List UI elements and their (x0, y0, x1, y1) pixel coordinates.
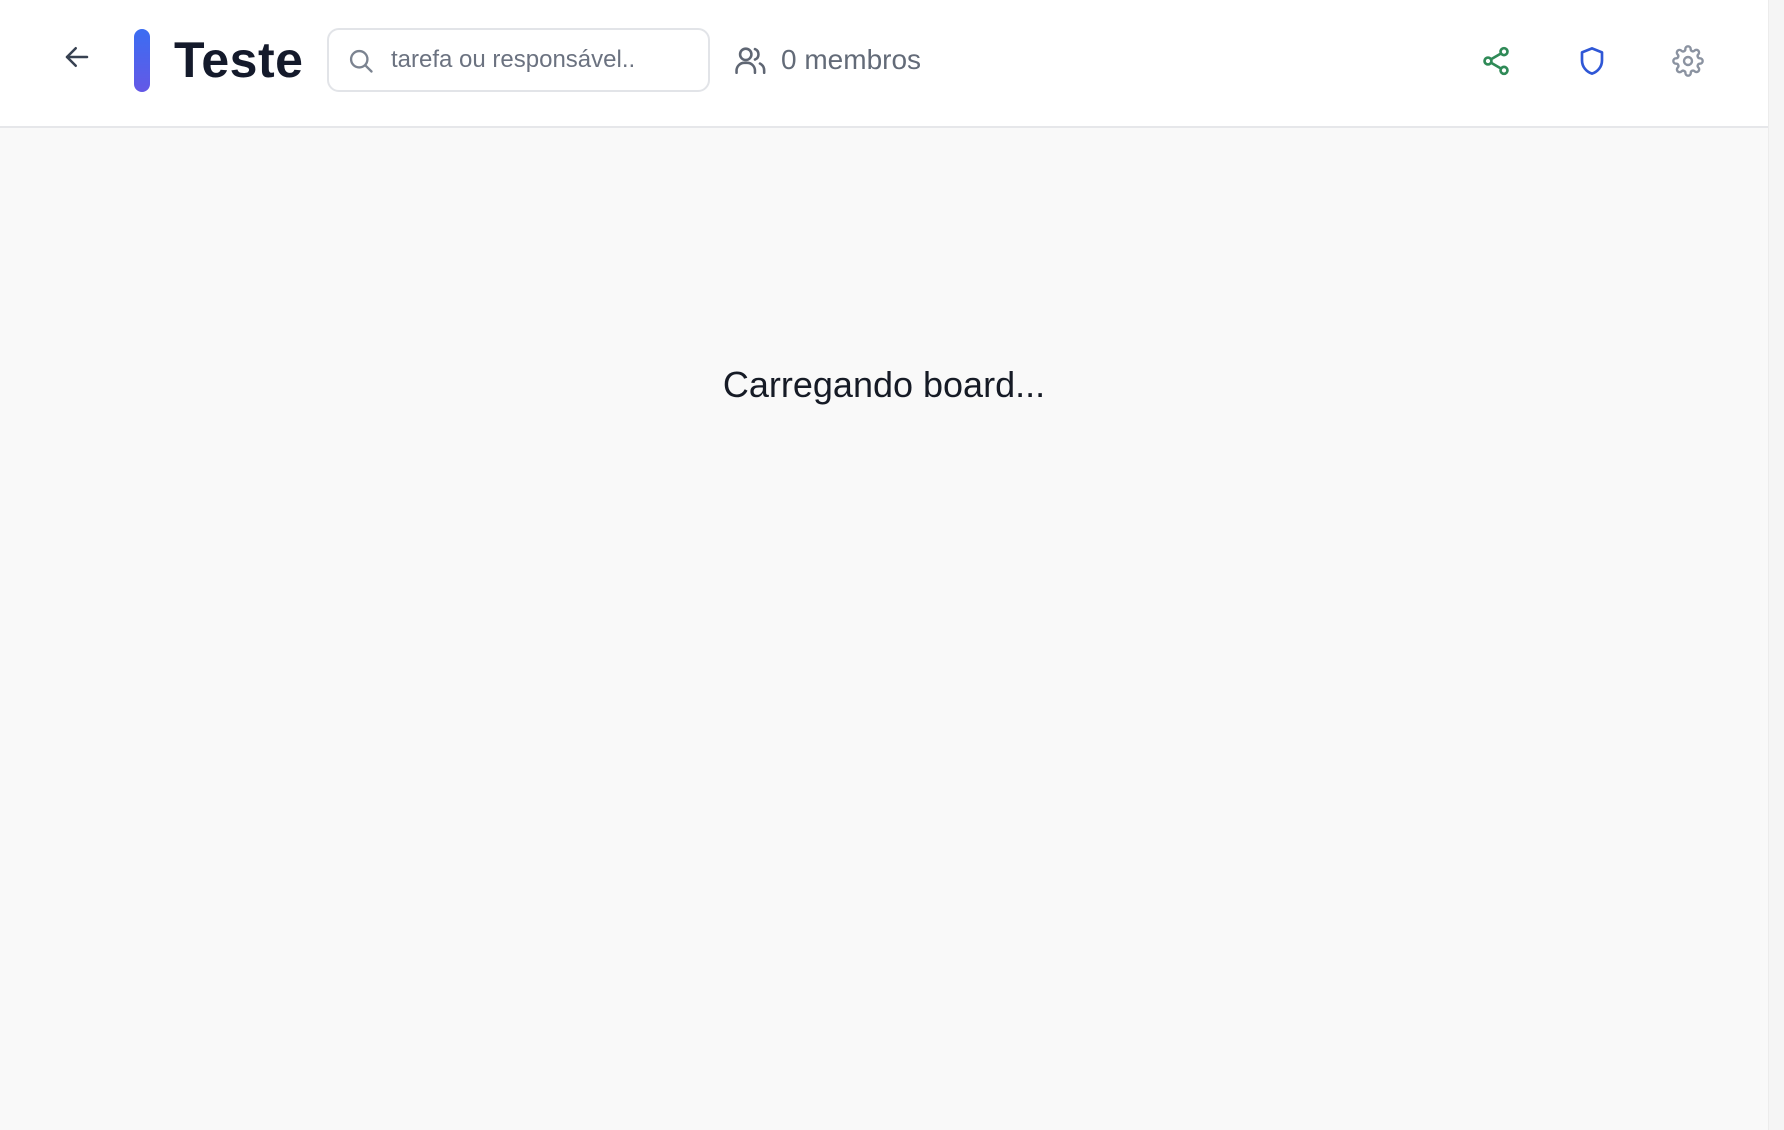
search-box[interactable] (327, 28, 710, 92)
share-icon (1483, 46, 1509, 76)
board-page: Teste 0 membros (0, 0, 1768, 1130)
permissions-button[interactable] (1569, 38, 1615, 84)
back-button[interactable] (56, 36, 98, 78)
vertical-scrollbar[interactable] (1768, 0, 1784, 1130)
search-input[interactable] (391, 42, 691, 78)
members-count-label: 0 membros (781, 44, 922, 75)
users-icon (735, 47, 766, 75)
search-icon (349, 49, 373, 73)
board-title: Teste (174, 32, 304, 88)
board-header: Teste 0 membros (0, 0, 1768, 128)
members-button[interactable]: 0 membros (733, 40, 921, 80)
gear-icon (1672, 45, 1704, 77)
board-color-indicator (134, 29, 150, 92)
loading-message: Carregando board... (722, 364, 1046, 405)
settings-button[interactable] (1665, 38, 1711, 84)
shield-icon (1580, 47, 1604, 75)
share-button[interactable] (1473, 38, 1519, 84)
arrow-left-icon (65, 47, 89, 67)
